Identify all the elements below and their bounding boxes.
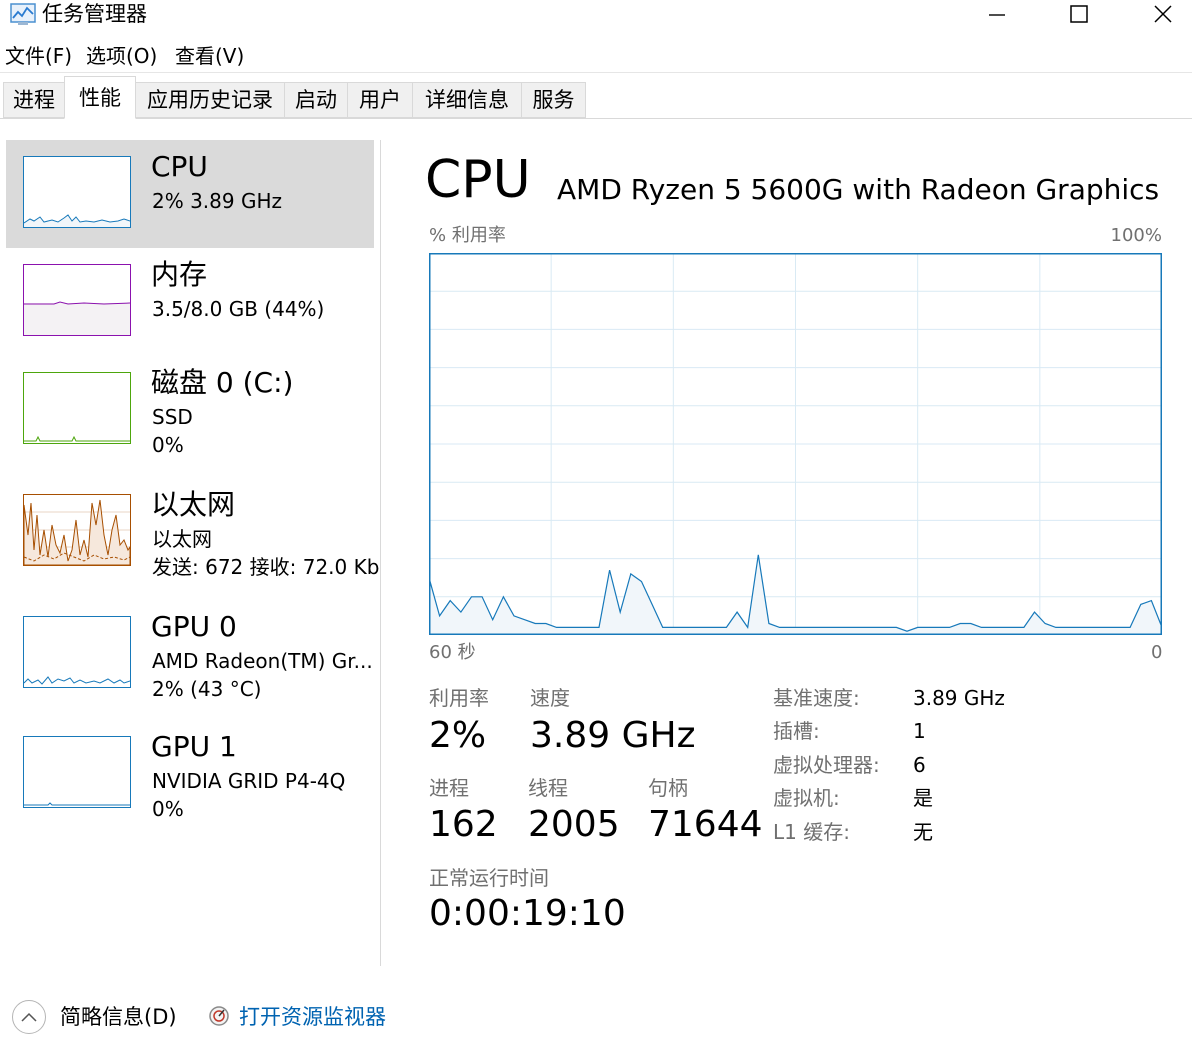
sidebar-memory-usage: 3.5/8.0 GB (44%) <box>152 297 325 321</box>
processes-label: 进程 <box>429 776 469 800</box>
menu-bar: 文件(F) 选项(O) 查看(V) <box>0 40 1192 73</box>
uptime-label: 正常运行时间 <box>429 866 549 890</box>
menu-file[interactable]: 文件(F) <box>5 42 72 70</box>
handles-label: 句柄 <box>648 776 688 800</box>
title-bar: 任务管理器 <box>0 0 1192 32</box>
threads-label: 线程 <box>528 776 568 800</box>
fewer-details-button[interactable] <box>12 1000 46 1034</box>
sidebar-ethernet-title: 以太网 <box>151 488 236 521</box>
utilization-value: 2% <box>429 715 487 756</box>
sidebar-divider[interactable] <box>380 140 381 966</box>
sidebar-gpu1-name: NVIDIA GRID P4-4Q <box>152 769 346 793</box>
sidebar-item-cpu[interactable]: CPU 2% 3.89 GHz <box>6 140 374 248</box>
base-speed-label: 基准速度: <box>773 686 860 710</box>
tab-processes[interactable]: 进程 <box>3 82 65 118</box>
ethernet-graph-icon <box>23 494 131 566</box>
performance-sidebar: CPU 2% 3.89 GHz 内存 3.5/8.0 GB (44%) 磁盘 0… <box>0 120 382 970</box>
base-speed-value: 3.89 GHz <box>913 686 1005 710</box>
sockets-label: 插槽: <box>773 719 820 743</box>
tab-users[interactable]: 用户 <box>347 82 413 118</box>
cpu-utilization-graph[interactable] <box>428 253 1163 635</box>
sidebar-item-memory[interactable]: 内存 3.5/8.0 GB (44%) <box>6 248 374 356</box>
gpu0-graph-icon <box>23 616 131 688</box>
menu-options[interactable]: 选项(O) <box>86 42 157 70</box>
menu-view[interactable]: 查看(V) <box>175 42 244 70</box>
sidebar-cpu-title: CPU <box>151 150 208 183</box>
graph-y-label: % 利用率 <box>429 225 506 246</box>
l1-cache-value: 无 <box>913 820 933 844</box>
sidebar-gpu0-usage: 2% (43 °C) <box>152 677 262 701</box>
footer-bar: 简略信息(D) 打开资源监视器 <box>0 990 1192 1047</box>
cpu-graph-icon <box>23 156 131 228</box>
sidebar-gpu0-title: GPU 0 <box>151 610 237 643</box>
graph-x-left-label: 60 秒 <box>429 642 476 663</box>
processes-value: 162 <box>429 804 498 845</box>
maximize-icon <box>1070 5 1088 23</box>
fewer-details-label[interactable]: 简略信息(D) <box>60 1002 177 1032</box>
minimize-icon <box>989 14 1005 16</box>
virtual-machine-label: 虚拟机: <box>773 786 840 810</box>
disk-graph-icon <box>23 372 131 444</box>
task-manager-icon <box>10 2 36 26</box>
sidebar-memory-title: 内存 <box>151 258 208 291</box>
sockets-value: 1 <box>913 719 926 743</box>
sidebar-item-disk[interactable]: 磁盘 0 (C:) SSD 0% <box>6 356 374 464</box>
chevron-up-icon <box>21 1012 37 1022</box>
cpu-model-name: AMD Ryzen 5 5600G with Radeon Graphics <box>557 173 1160 206</box>
graph-x-right-label: 0 <box>1151 642 1163 663</box>
graph-grid <box>429 253 1162 635</box>
sidebar-ethernet-throughput: 发送: 672 接收: 72.0 Kbps <box>152 555 381 579</box>
handles-value: 71644 <box>648 804 763 845</box>
virtual-machine-value: 是 <box>913 786 933 810</box>
speed-label: 速度 <box>530 686 570 710</box>
sidebar-item-gpu0[interactable]: GPU 0 AMD Radeon(TM) Gr... 2% (43 °C) <box>6 598 374 706</box>
sidebar-gpu1-usage: 0% <box>152 797 184 821</box>
open-resource-monitor-link[interactable]: 打开资源监视器 <box>239 1002 386 1032</box>
virtual-processors-value: 6 <box>913 753 926 777</box>
graph-y-max: 100% <box>1110 225 1162 246</box>
tab-details[interactable]: 详细信息 <box>412 82 522 118</box>
minimize-button[interactable] <box>974 0 1020 28</box>
sidebar-item-ethernet[interactable]: 以太网 以太网 发送: 672 接收: 72.0 Kbps <box>6 476 381 584</box>
speed-value: 3.89 GHz <box>530 715 696 756</box>
gpu1-graph-icon <box>23 736 131 808</box>
uptime-value: 0:00:19:10 <box>429 893 626 934</box>
sidebar-disk-usage: 0% <box>152 433 184 457</box>
page-title: CPU <box>425 150 531 210</box>
close-button[interactable] <box>1140 0 1186 28</box>
sidebar-disk-type: SSD <box>152 405 193 429</box>
tab-app-history[interactable]: 应用历史记录 <box>135 82 285 118</box>
sidebar-item-gpu1[interactable]: GPU 1 NVIDIA GRID P4-4Q 0% <box>6 718 374 826</box>
tab-services[interactable]: 服务 <box>521 82 586 118</box>
window-title: 任务管理器 <box>42 2 147 26</box>
close-icon <box>1154 5 1172 23</box>
tab-performance[interactable]: 性能 <box>64 76 136 119</box>
utilization-label: 利用率 <box>429 686 489 710</box>
virtual-processors-label: 虚拟处理器: <box>773 753 880 777</box>
l1-cache-label: L1 缓存: <box>773 820 850 844</box>
sidebar-disk-title: 磁盘 0 (C:) <box>151 366 294 399</box>
sidebar-cpu-usage: 2% 3.89 GHz <box>152 189 283 213</box>
sidebar-gpu1-title: GPU 1 <box>151 730 237 763</box>
tab-bar: 进程 性能 应用历史记录 启动 用户 详细信息 服务 <box>0 76 1192 119</box>
cpu-utilization-chart <box>428 253 1163 635</box>
tab-startup[interactable]: 启动 <box>284 82 348 118</box>
memory-graph-icon <box>23 264 131 336</box>
maximize-button[interactable] <box>1056 0 1102 28</box>
sidebar-ethernet-adapter: 以太网 <box>152 527 212 551</box>
resource-monitor-icon <box>208 1005 230 1027</box>
threads-value: 2005 <box>528 804 620 845</box>
sidebar-gpu0-name: AMD Radeon(TM) Gr... <box>152 649 373 673</box>
